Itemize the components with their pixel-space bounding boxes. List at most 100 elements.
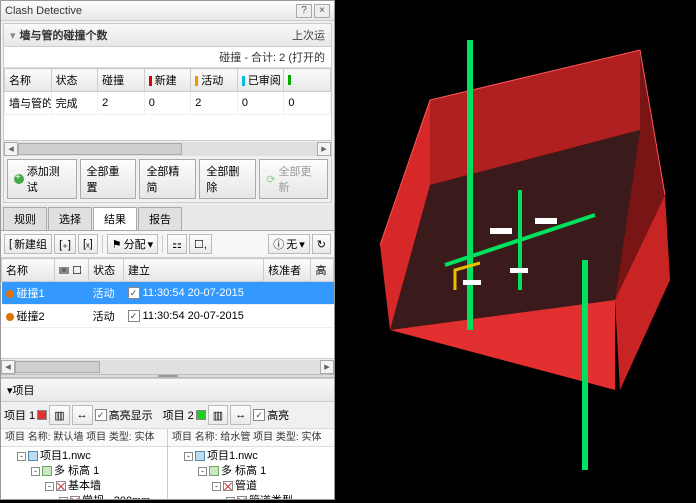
x-icon — [56, 481, 66, 491]
clash-summary: 碰撞 - 合计: 2 (打开的 — [4, 47, 331, 68]
ungroup-button[interactable]: [ₓ] — [78, 234, 98, 254]
assign-button[interactable]: ⚑分配▾ — [107, 234, 158, 254]
delete-all-button[interactable]: 全部删除 — [199, 159, 256, 199]
tree-node[interactable]: -基本墙-常规 - 200mm-基本墙默认墙 — [45, 479, 165, 499]
scroll-right-icon[interactable]: ▸ — [317, 142, 331, 156]
scroll-left-icon[interactable]: ◂ — [1, 360, 15, 374]
project1-color[interactable] — [37, 410, 47, 420]
clashset-cell[interactable]: 0 — [237, 92, 284, 115]
project-header[interactable]: ▾ 项目 — [1, 378, 334, 402]
lastrun-label: 上次运 — [292, 27, 325, 43]
help-button[interactable]: ? — [296, 4, 312, 18]
reset-all-button[interactable]: 全部重置 — [80, 159, 137, 199]
tree-node[interactable]: -管道-管道类型-默认给水管 — [212, 479, 332, 499]
clashset-cell[interactable]: 完成 — [51, 92, 98, 115]
project-panes: 项目 名称: 默认墙 项目 类型: 实体 -项目1.nwc-多 标高 1-基本墙… — [1, 429, 334, 499]
camera-icon — [59, 267, 69, 274]
p1-btn2[interactable]: ↔ — [72, 405, 93, 425]
p2-highlight-label: 高亮 — [267, 407, 289, 423]
tree-node[interactable]: -常规 - 200mm-基本墙默认墙 — [59, 494, 165, 499]
file-icon — [195, 451, 205, 461]
p1-highlight-label: 高亮显示 — [109, 407, 153, 423]
clashset-col[interactable]: 活动 — [191, 69, 238, 92]
clashset-col[interactable]: 已审阅 — [237, 69, 284, 92]
new-group-button[interactable]: [新建组 — [4, 234, 52, 254]
project2-color[interactable] — [196, 410, 206, 420]
clashset-title: 墙与管的碰撞个数 — [20, 27, 292, 43]
cat-icon — [209, 466, 219, 476]
results-toolbar: [新建组 [₊] [ₓ] ⚑分配▾ ⚏ ☐, ⓘ无▾ ↻ — [1, 231, 334, 258]
clashset-header[interactable]: ▾ 墙与管的碰撞个数 上次运 — [4, 24, 331, 47]
results-col[interactable]: 核准者 — [264, 259, 311, 282]
clashset-cell[interactable]: 2 — [191, 92, 238, 115]
project2-tree[interactable]: -项目1.nwc-多 标高 1-管道-管道类型-默认给水管 — [168, 447, 334, 499]
window-title: Clash Detective — [5, 5, 294, 17]
x-icon — [70, 496, 80, 499]
collapse-icon: ▾ — [10, 29, 16, 42]
p2-btn2[interactable]: ↔ — [230, 405, 251, 425]
clashset-hscroll[interactable]: ◂ ▸ — [4, 140, 331, 156]
update-all-button[interactable]: ⟳ 全部更新 — [259, 159, 328, 199]
clashset-buttons: 添加测试 全部重置 全部精简 全部删除 ⟳ 全部更新 — [4, 156, 331, 202]
scroll-right-icon[interactable]: ▸ — [320, 360, 334, 374]
plus-icon — [14, 174, 24, 184]
tab-0[interactable]: 规则 — [3, 207, 47, 230]
results-col[interactable]: ☐ — [55, 259, 89, 282]
project1-meta: 项目 名称: 默认墙 项目 类型: 实体 — [1, 429, 167, 447]
project-title: 项目 — [13, 382, 35, 398]
clashset-section: ▾ 墙与管的碰撞个数 上次运 碰撞 - 合计: 2 (打开的 名称状态碰撞新建活… — [3, 23, 332, 203]
results-col[interactable]: 高 — [311, 259, 334, 282]
clashset-col[interactable] — [284, 69, 331, 92]
tree-node[interactable]: -项目1.nwc-多 标高 1-管道-管道类型-默认给水管 — [184, 449, 332, 499]
tree-node[interactable]: -多 标高 1-管道-管道类型-默认给水管 — [198, 464, 332, 499]
file-icon — [28, 451, 38, 461]
project-toolbar: 项目 1 ▥ ↔ ✓ 高亮显示 项目 2 ▥ ↔ ✓ 高亮 — [1, 402, 334, 429]
comment-button[interactable]: ☐, — [189, 234, 212, 254]
p2-btn1[interactable]: ▥ — [208, 405, 228, 425]
results-col[interactable]: 状态 — [89, 259, 124, 282]
tabstrip: 规则选择结果报告 — [1, 205, 334, 231]
tab-3[interactable]: 报告 — [138, 207, 182, 230]
result-row[interactable]: 碰撞1活动✓ 11:30:54 20-07-2015 — [2, 282, 334, 305]
p2-highlight-check[interactable]: ✓ — [253, 409, 265, 421]
results-hscroll[interactable]: ◂ ▸ — [1, 358, 334, 374]
clashset-cell[interactable]: 墙与管的碰撞个数 — [5, 92, 52, 115]
filter-button[interactable]: ⚏ — [167, 234, 187, 254]
project2-label: 项目 2 — [163, 407, 194, 423]
scene — [335, 0, 696, 500]
tab-2[interactable]: 结果 — [93, 207, 137, 230]
none-filter-button[interactable]: ⓘ无▾ — [268, 234, 310, 254]
tree-node[interactable]: -管道类型-默认给水管 — [226, 494, 332, 499]
tree-node[interactable]: -项目1.nwc-多 标高 1-基本墙-常规 - 200mm-基本墙默认墙 — [17, 449, 165, 499]
clashset-col[interactable]: 名称 — [5, 69, 52, 92]
3d-viewport[interactable] — [335, 0, 696, 500]
clashset-col[interactable]: 碰撞 — [98, 69, 145, 92]
compact-all-button[interactable]: 全部精简 — [139, 159, 196, 199]
clashset-col[interactable]: 状态 — [51, 69, 98, 92]
x-icon — [223, 481, 233, 491]
clashset-cell[interactable]: 0 — [284, 92, 331, 115]
p1-btn1[interactable]: ▥ — [49, 405, 69, 425]
result-row[interactable]: 碰撞2活动✓ 11:30:54 20-07-2015 — [2, 305, 334, 328]
clash-panel: Clash Detective ? × ▾ 墙与管的碰撞个数 上次运 碰撞 - … — [0, 0, 335, 500]
clashset-grid[interactable]: 名称状态碰撞新建活动已审阅墙与管的碰撞个数完成20200 — [4, 68, 331, 140]
rerun-button[interactable]: ↻ — [312, 234, 331, 254]
project2-meta: 项目 名称: 给水管 项目 类型: 实体 — [168, 429, 334, 447]
cat-icon — [42, 466, 52, 476]
clashset-cell[interactable]: 2 — [98, 92, 145, 115]
results-grid[interactable]: 名称 ☐状态建立核准者高碰撞1活动✓ 11:30:54 20-07-2015碰撞… — [1, 258, 334, 358]
close-button[interactable]: × — [314, 4, 330, 18]
tab-1[interactable]: 选择 — [48, 207, 92, 230]
results-col[interactable]: 建立 — [124, 259, 264, 282]
add-test-button[interactable]: 添加测试 — [7, 159, 77, 199]
p1-highlight-check[interactable]: ✓ — [95, 409, 107, 421]
scroll-left-icon[interactable]: ◂ — [4, 142, 18, 156]
project2-pane: 项目 名称: 给水管 项目 类型: 实体 -项目1.nwc-多 标高 1-管道-… — [168, 429, 334, 499]
x-icon — [237, 496, 247, 499]
tree-node[interactable]: -多 标高 1-基本墙-常规 - 200mm-基本墙默认墙 — [31, 464, 165, 499]
project1-tree[interactable]: -项目1.nwc-多 标高 1-基本墙-常规 - 200mm-基本墙默认墙 — [1, 447, 167, 499]
clashset-cell[interactable]: 0 — [144, 92, 191, 115]
clashset-col[interactable]: 新建 — [144, 69, 191, 92]
group-button[interactable]: [₊] — [54, 234, 76, 254]
results-col[interactable]: 名称 — [2, 259, 55, 282]
